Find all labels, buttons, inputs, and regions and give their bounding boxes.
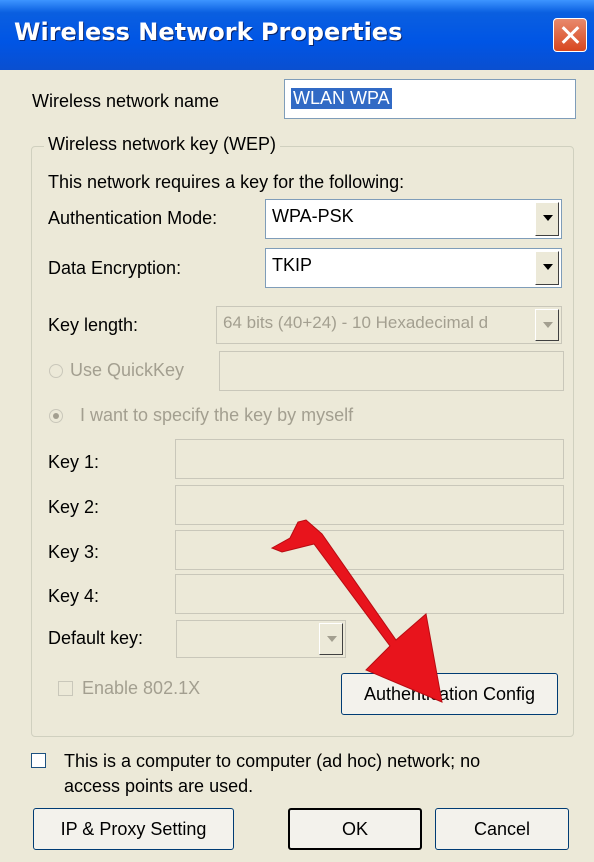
ok-label: OK <box>341 819 368 839</box>
ip-proxy-setting-button[interactable]: IP & Proxy Setting <box>33 808 234 850</box>
cancel-button[interactable]: Cancel <box>435 808 569 850</box>
ok-button[interactable]: OK <box>288 808 422 850</box>
adhoc-label-line1: This is a computer to computer (ad hoc) … <box>64 751 481 771</box>
cancel-label: Cancel <box>473 819 531 839</box>
annotation-arrow <box>270 519 443 703</box>
adhoc-label-line2: access points are used. <box>64 776 254 796</box>
wireless-properties-dialog: Wireless Network Properties Wireless net… <box>0 0 594 862</box>
ip-proxy-setting-label: IP & Proxy Setting <box>60 819 207 839</box>
adhoc-checkbox[interactable] <box>31 753 46 768</box>
